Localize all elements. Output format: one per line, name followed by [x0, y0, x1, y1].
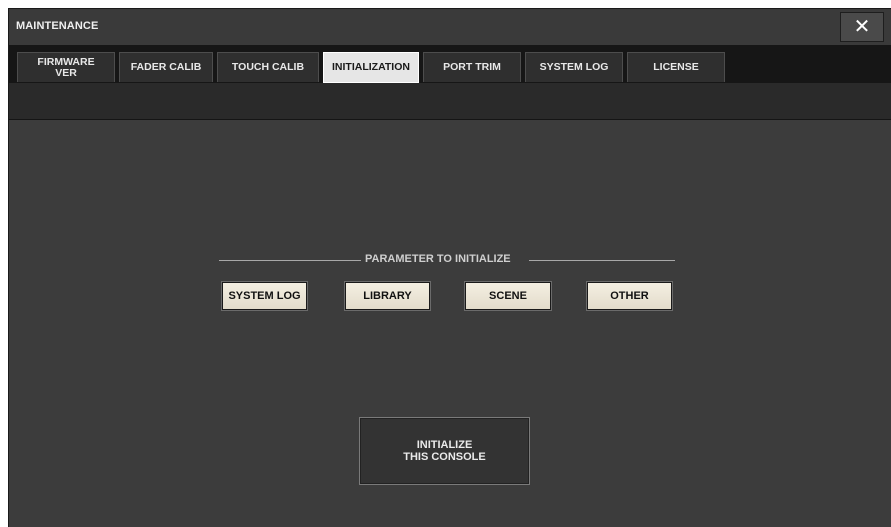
button-label: LIBRARY [363, 290, 412, 302]
button-label: SYSTEM LOG [228, 290, 301, 302]
scene-button[interactable]: SCENE [465, 282, 551, 310]
button-label: INITIALIZE THIS CONSOLE [403, 439, 486, 463]
button-label: OTHER [610, 290, 649, 302]
tab-label: TOUCH CALIB [231, 61, 305, 73]
tab-label: FIRMWARE VER [37, 55, 95, 79]
tab-license[interactable]: LICENSE [627, 52, 725, 82]
tab-firmware-ver[interactable]: FIRMWARE VER [17, 52, 115, 82]
maintenance-window: MAINTENANCE ✕ FIRMWARE VER FADER CALIB T… [8, 8, 891, 527]
system-log-button[interactable]: SYSTEM LOG [222, 282, 307, 310]
section-title: PARAMETER TO INITIALIZE [365, 253, 511, 265]
initialization-panel: PARAMETER TO INITIALIZE SYSTEM LOG LIBRA… [9, 120, 891, 527]
tab-port-trim[interactable]: PORT TRIM [423, 52, 521, 82]
section-divider-left [219, 260, 361, 261]
tab-fader-calib[interactable]: FADER CALIB [119, 52, 213, 82]
title-bar: MAINTENANCE ✕ [9, 9, 891, 45]
tab-bar: FIRMWARE VER FADER CALIB TOUCH CALIB INI… [9, 45, 891, 83]
other-button[interactable]: OTHER [587, 282, 672, 310]
tab-touch-calib[interactable]: TOUCH CALIB [217, 52, 319, 82]
close-icon: ✕ [853, 16, 871, 38]
close-button[interactable]: ✕ [840, 12, 884, 42]
library-button[interactable]: LIBRARY [345, 282, 430, 310]
initialize-console-button[interactable]: INITIALIZE THIS CONSOLE [359, 417, 530, 485]
sub-header-bar [9, 83, 891, 120]
tab-system-log[interactable]: SYSTEM LOG [525, 52, 623, 82]
section-divider-right [529, 260, 675, 261]
tab-initialization[interactable]: INITIALIZATION [323, 52, 419, 83]
tab-label: LICENSE [653, 61, 699, 73]
tab-label: SYSTEM LOG [539, 61, 609, 73]
tab-label: PORT TRIM [443, 61, 501, 73]
tab-label: INITIALIZATION [332, 61, 410, 73]
button-label: SCENE [489, 290, 527, 302]
window-title: MAINTENANCE [16, 20, 99, 32]
tab-label: FADER CALIB [130, 61, 202, 73]
